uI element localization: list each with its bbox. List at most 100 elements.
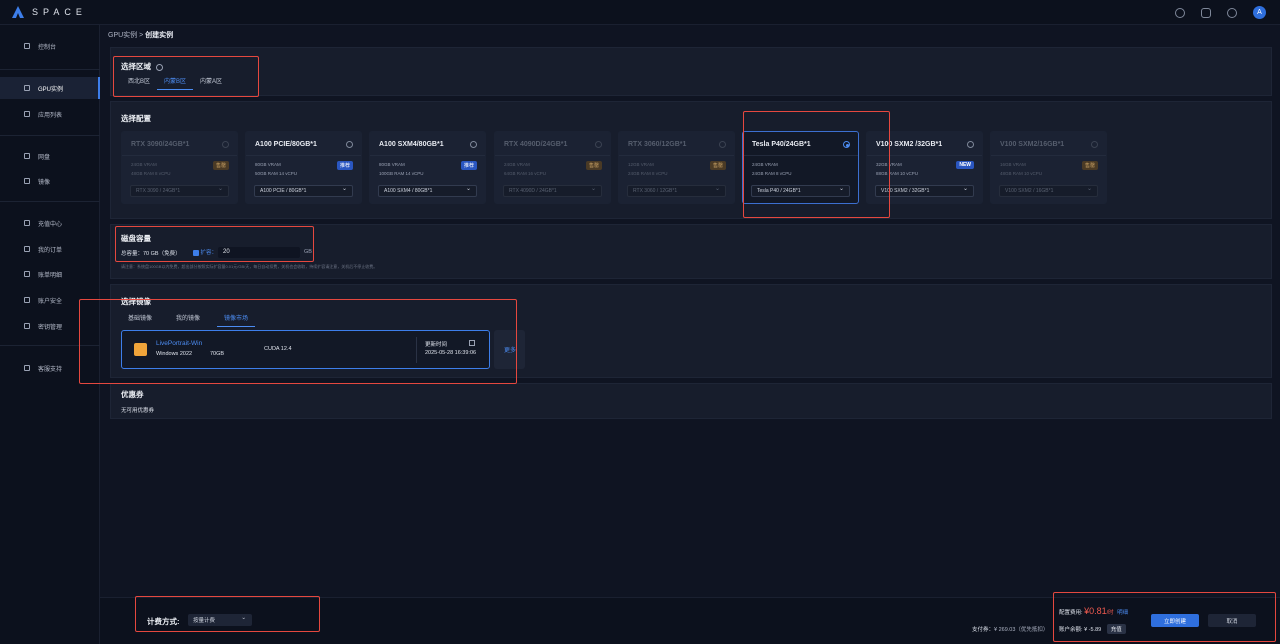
create-now-button[interactable]: 立即创建 bbox=[1151, 614, 1199, 627]
expand-toggle[interactable]: 扩容： bbox=[193, 248, 217, 256]
sidebar: 控制台 GPU实例 应用列表 网盘 镜像 充值中心 我的订单 账单明细 账户安全… bbox=[0, 25, 100, 644]
billing-method-value: 按量计费 bbox=[193, 618, 216, 624]
coupon-card bbox=[110, 383, 1272, 419]
breadcrumb-current: 创建实例 bbox=[145, 32, 174, 39]
radio-button[interactable] bbox=[346, 141, 353, 148]
gpu-ram: 24GB RAM 8 vCPU bbox=[752, 171, 792, 176]
gpu-option-card[interactable]: A100 PCIE/80GB*1 80GB VRAM 50GB RAM 14 vCP… bbox=[245, 131, 362, 204]
breadcrumb-parent[interactable]: GPU实例 bbox=[108, 32, 137, 39]
paid-label: 支付券： bbox=[972, 627, 995, 633]
external-link-icon[interactable] bbox=[469, 340, 475, 346]
config-cost: 配置费用: ¥0.81/时 明细 bbox=[1059, 606, 1128, 616]
sidebar-item-console[interactable]: 控制台 bbox=[0, 35, 100, 57]
message-icon[interactable] bbox=[1227, 7, 1237, 18]
sidebar-item-gpu-instances[interactable]: GPU实例 bbox=[0, 77, 100, 99]
gpu-name: RTX 4090D/24GB*1 bbox=[504, 141, 568, 148]
gpu-spec-select: RTX 4090D / 24GB*1 bbox=[503, 185, 602, 197]
image-tabs: 基础镜像 我的镜像 镜像市场 bbox=[121, 311, 256, 327]
sidebar-item-keys[interactable]: 密钥管理 bbox=[0, 315, 100, 337]
checkbox-icon[interactable] bbox=[193, 249, 199, 256]
chevron-down-icon: ⌄ bbox=[241, 615, 246, 621]
cancel-button[interactable]: 取消 bbox=[1208, 614, 1256, 627]
radio-button[interactable] bbox=[967, 141, 974, 148]
gpu-spec-select[interactable]: A100 SXM4 / 80GB*1 bbox=[378, 185, 477, 197]
disk-expand-input[interactable]: 20 bbox=[218, 247, 300, 258]
image-title: 选择镜像 bbox=[121, 297, 151, 306]
image-size: 70GB bbox=[210, 351, 225, 357]
sidebar-item-drive[interactable]: 网盘 bbox=[0, 145, 100, 167]
home-icon bbox=[24, 43, 30, 49]
divider bbox=[122, 155, 237, 156]
tab-region-inner-mongolia-b[interactable]: 内蒙B区 bbox=[157, 74, 194, 90]
bill-icon bbox=[24, 271, 30, 277]
radio-button bbox=[719, 141, 726, 148]
gpu-option-card[interactable]: Tesla P40/24GB*1 24GB VRAM 24GB RAM 8 vCPU… bbox=[742, 131, 859, 204]
sidebar-item-apps[interactable]: 应用列表 bbox=[0, 103, 100, 125]
gpu-badge: 推荐 bbox=[336, 161, 353, 170]
sidebar-item-label: 控制台 bbox=[38, 44, 57, 51]
balance-value: ¥ -5.89 bbox=[1084, 627, 1102, 633]
billing-method-select[interactable]: 按量计费 ⌄ bbox=[188, 614, 252, 626]
gpu-spec-select[interactable]: A100 PCIE / 80GB*1 bbox=[254, 185, 353, 197]
top-bar: SPACE A bbox=[0, 0, 1280, 25]
divider bbox=[867, 155, 982, 156]
divider bbox=[743, 155, 858, 156]
gpu-spec-select[interactable]: Tesla P40 / 24GB*1 bbox=[751, 185, 850, 197]
sidebar-item-label: 我的订单 bbox=[38, 247, 63, 254]
gpu-icon bbox=[24, 85, 30, 91]
gpu-vram: 24GB VRAM bbox=[131, 162, 157, 167]
sidebar-item-orders[interactable]: 我的订单 bbox=[0, 238, 100, 260]
tab-base-images[interactable]: 基础镜像 bbox=[121, 311, 159, 327]
gpu-option-card[interactable]: A100 SXM4/80GB*1 80GB VRAM 100GB RAM 14 vC… bbox=[369, 131, 486, 204]
divider bbox=[246, 155, 361, 156]
region-title: 选择区域 bbox=[121, 61, 164, 72]
tab-image-market[interactable]: 镜像市场 bbox=[217, 311, 256, 327]
avatar[interactable]: A bbox=[1253, 6, 1266, 19]
balance-label: 账户余额: bbox=[1059, 627, 1083, 633]
gpu-option-card: RTX 4090D/24GB*1 24GB VRAM 64GB RAM 16 vCP… bbox=[494, 131, 611, 204]
gpu-spec-select[interactable]: V100 SXM2 / 32GB*1 bbox=[875, 185, 974, 197]
tab-my-images[interactable]: 我的镜像 bbox=[169, 311, 207, 327]
cost-label: 配置费用: bbox=[1059, 610, 1083, 616]
gpu-badge: NEW bbox=[956, 161, 974, 169]
recharge-button[interactable]: 充值 bbox=[1106, 624, 1126, 634]
radio-button bbox=[1091, 141, 1098, 148]
sidebar-item-support[interactable]: 客服支持 bbox=[0, 357, 100, 379]
tab-region-inner-mongolia-a[interactable]: 内蒙A区 bbox=[193, 74, 229, 90]
tab-region-northwest-b[interactable]: 西北B区 bbox=[121, 74, 157, 90]
gpu-option-card[interactable]: V100 SXM2 /32GB*1 32GB VRAM 88GB RAM 10 vC… bbox=[866, 131, 983, 204]
gpu-option-card: V100 SXM2/16GB*1 16GB VRAM 48GB RAM 10 vCP… bbox=[990, 131, 1107, 204]
paid-value: ¥ 269.03（优先抵扣） bbox=[994, 627, 1049, 633]
gpu-vram: 80GB VRAM bbox=[379, 162, 405, 167]
gpu-name: RTX 3060/12GB*1 bbox=[628, 141, 687, 148]
radio-button[interactable] bbox=[843, 141, 850, 148]
sidebar-item-recharge[interactable]: 充值中心 bbox=[0, 212, 100, 234]
coupon-empty: 无可用优惠券 bbox=[121, 408, 155, 414]
gpu-option-card: RTX 3090/24GB*1 24GB VRAM 48GB RAM 8 vCPU 售… bbox=[121, 131, 238, 204]
settings-icon[interactable] bbox=[1175, 7, 1185, 18]
gpu-ram: 64GB RAM 16 vCPU bbox=[504, 171, 547, 176]
cost-detail-link[interactable]: 明细 bbox=[1117, 610, 1128, 616]
radio-button[interactable] bbox=[470, 141, 477, 148]
selected-image-card[interactable]: LivePortrait-Win Windows 2022 70GB CUDA … bbox=[121, 330, 490, 369]
gpu-name: A100 SXM4/80GB*1 bbox=[379, 141, 444, 148]
footer-bar bbox=[100, 597, 1280, 644]
more-images-button[interactable]: 更多 bbox=[494, 330, 525, 369]
billing-label: 计费方式: bbox=[147, 617, 180, 626]
gpu-name: RTX 3090/24GB*1 bbox=[131, 141, 190, 148]
brand-logo[interactable]: SPACE bbox=[12, 6, 87, 18]
info-icon[interactable] bbox=[156, 63, 164, 71]
disk-note: 请注意：系统盘100GB以内免费，超出部分按照实际扩容量0.01元/GB/天，每… bbox=[121, 264, 378, 269]
document-icon[interactable] bbox=[1201, 7, 1211, 18]
region-card bbox=[110, 47, 1272, 96]
sidebar-item-label: 账单明细 bbox=[38, 272, 63, 279]
sidebar-item-label: 充值中心 bbox=[38, 221, 63, 228]
gpu-ram: 48GB RAM 8 vCPU bbox=[131, 171, 171, 176]
sidebar-item-images[interactable]: 镜像 bbox=[0, 170, 100, 192]
sidebar-item-security[interactable]: 账户安全 bbox=[0, 289, 100, 311]
gpu-name: V100 SXM2 /32GB*1 bbox=[876, 141, 943, 148]
sidebar-item-label: 镜像 bbox=[38, 179, 51, 186]
sidebar-item-bills[interactable]: 账单明细 bbox=[0, 263, 100, 285]
divider bbox=[991, 155, 1106, 156]
disk-total: 总容量：70 GB（免费） bbox=[121, 251, 181, 257]
